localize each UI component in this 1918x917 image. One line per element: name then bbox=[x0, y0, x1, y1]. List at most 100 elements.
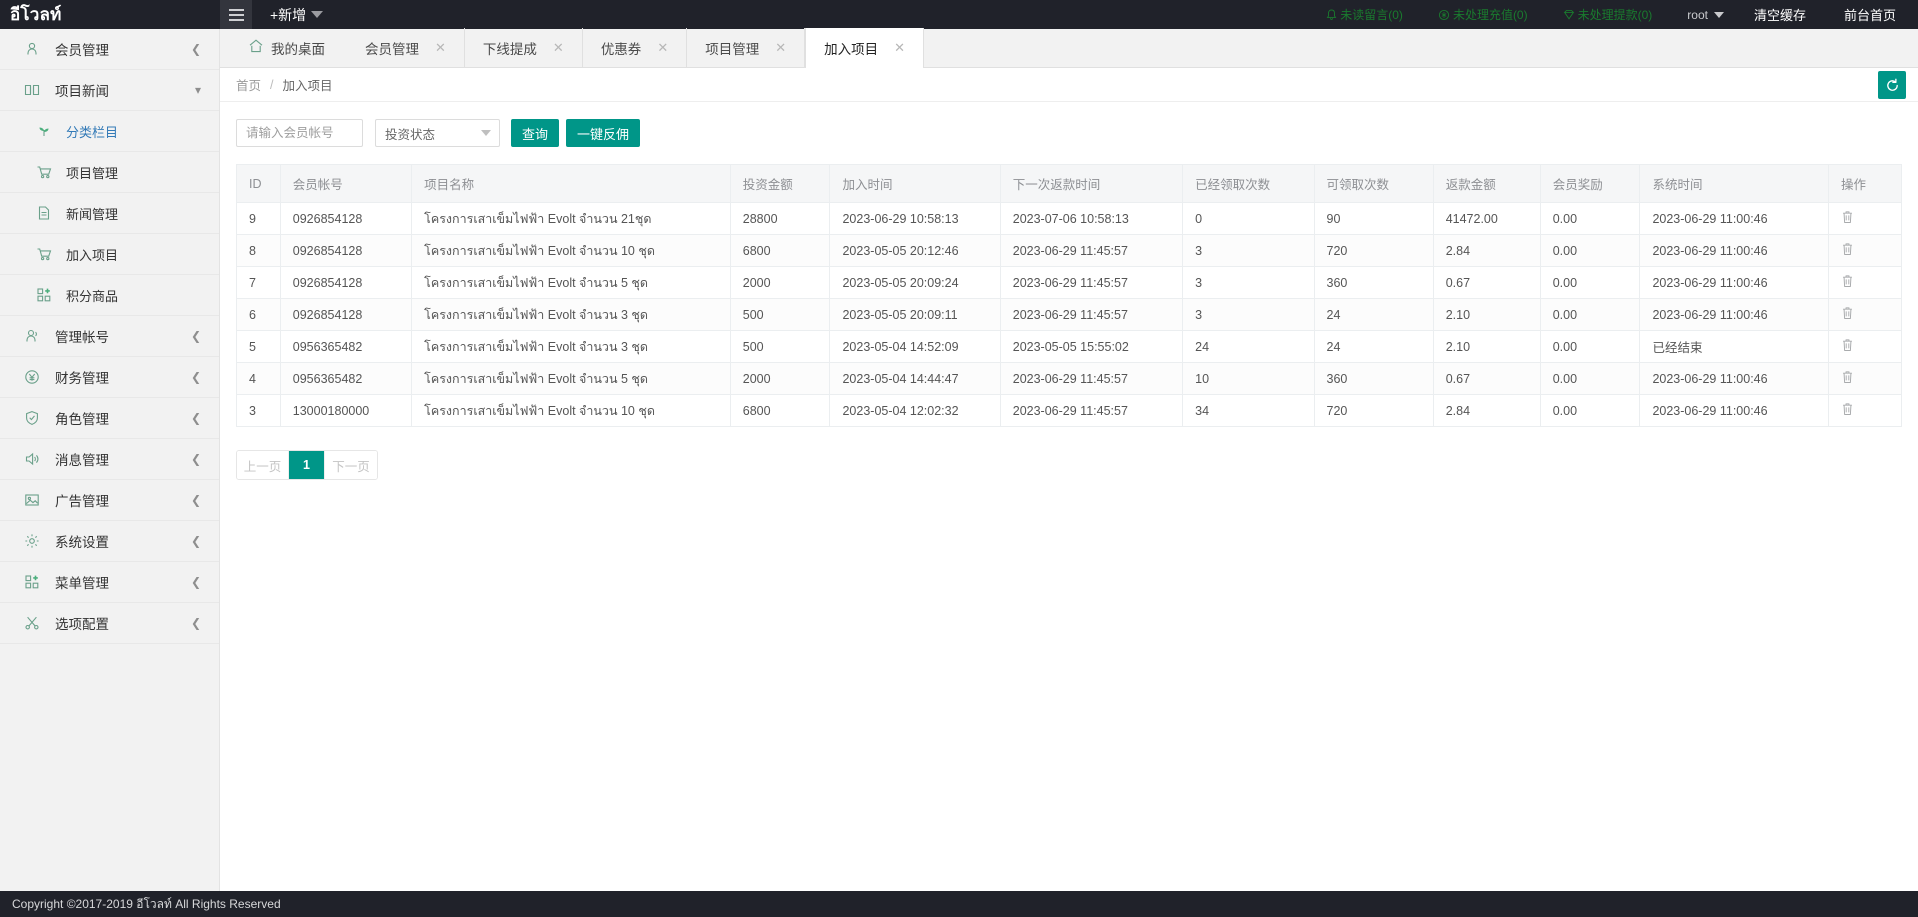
sidebar-item-2[interactable]: 项目新闻▾ bbox=[0, 70, 219, 111]
cell-amount: 6800 bbox=[730, 395, 830, 427]
table-body: 90926854128โครงการเสาเข็มไฟฟ้า Evolt จำน… bbox=[237, 203, 1902, 427]
tab-2[interactable]: 会员管理 ✕ bbox=[347, 28, 465, 67]
close-icon[interactable]: ✕ bbox=[657, 40, 668, 56]
breadcrumb-bar: 首页 / 加入项目 bbox=[220, 68, 1918, 102]
sidebar-item-15[interactable]: 选项配置❮ bbox=[0, 603, 219, 644]
delete-icon[interactable] bbox=[1841, 306, 1854, 323]
sidebar-item-11[interactable]: 消息管理❮ bbox=[0, 439, 219, 480]
cell-id: 3 bbox=[237, 395, 281, 427]
refresh-button[interactable] bbox=[1878, 71, 1906, 99]
doc-icon bbox=[36, 205, 52, 221]
one-click-rebate-button[interactable]: 一键反佣 bbox=[566, 119, 640, 147]
close-icon[interactable]: ✕ bbox=[435, 40, 446, 56]
column-header-2: 会员帐号 bbox=[280, 165, 411, 203]
search-button[interactable]: 查询 bbox=[511, 119, 559, 147]
tab-4[interactable]: 优惠券✕ bbox=[583, 28, 687, 67]
user-name: root bbox=[1687, 8, 1708, 22]
cell-id: 6 bbox=[237, 299, 281, 331]
sidebar-item-9[interactable]: 财务管理❮ bbox=[0, 357, 219, 398]
cell-action bbox=[1828, 331, 1901, 363]
home-icon bbox=[248, 38, 264, 57]
sidebar-item-8[interactable]: 管理帐号❮ bbox=[0, 316, 219, 357]
delete-icon[interactable] bbox=[1841, 210, 1854, 227]
book-icon bbox=[24, 82, 40, 98]
tab-3[interactable]: 下线提成✕ bbox=[465, 28, 583, 67]
cell-bonus: 0.00 bbox=[1540, 267, 1640, 299]
sidebar-item-1[interactable]: 会员管理❮ bbox=[0, 29, 219, 70]
column-header-7: 已经领取次数 bbox=[1183, 165, 1314, 203]
pagination-prev[interactable]: 上一页 bbox=[237, 451, 289, 479]
notif-unread-messages[interactable]: 未读留言(0) bbox=[1326, 6, 1403, 23]
delete-icon[interactable] bbox=[1841, 370, 1854, 387]
column-header-5: 加入时间 bbox=[830, 165, 1000, 203]
grid-icon bbox=[22, 574, 42, 590]
coin-icon bbox=[1438, 9, 1450, 21]
chevron-down-icon: ▾ bbox=[195, 83, 201, 97]
delete-icon[interactable] bbox=[1841, 402, 1854, 419]
sidebar-item-12[interactable]: 广告管理❮ bbox=[0, 480, 219, 521]
sidebar-item-label: 广告管理 bbox=[55, 490, 191, 510]
sidebar-item-3[interactable]: 分类栏目 bbox=[0, 111, 219, 152]
sidebar-item-label: 角色管理 bbox=[55, 408, 191, 428]
sidebar-item-14[interactable]: 菜单管理❮ bbox=[0, 562, 219, 603]
users-icon bbox=[24, 328, 40, 344]
sidebar-item-10[interactable]: 角色管理❮ bbox=[0, 398, 219, 439]
cell-claimable: 24 bbox=[1314, 299, 1433, 331]
close-icon[interactable]: ✕ bbox=[775, 40, 786, 56]
close-icon[interactable]: ✕ bbox=[894, 40, 905, 56]
tab-1[interactable]: 我的桌面 bbox=[230, 28, 347, 67]
footer: Copyright ©2017-2019 อีโวลท์ All Rights … bbox=[0, 891, 1918, 917]
column-header-4: 投资金额 bbox=[730, 165, 830, 203]
tab-5[interactable]: 项目管理✕ bbox=[687, 28, 805, 67]
tab-bar: 我的桌面会员管理✕下线提成✕优惠券✕项目管理✕加入项目✕ bbox=[220, 29, 1918, 68]
sidebar-item-5[interactable]: 新闻管理 bbox=[0, 193, 219, 234]
breadcrumb-root[interactable]: 首页 bbox=[236, 75, 261, 94]
cell-claimable: 720 bbox=[1314, 235, 1433, 267]
delete-icon[interactable] bbox=[1841, 242, 1854, 259]
cell-claimable: 360 bbox=[1314, 363, 1433, 395]
frontend-home-button[interactable]: 前台首页 bbox=[1844, 5, 1896, 24]
user-menu[interactable]: root bbox=[1687, 8, 1724, 22]
investment-status-select[interactable]: 投资状态 bbox=[375, 119, 500, 147]
pagination-next[interactable]: 下一页 bbox=[325, 451, 377, 479]
delete-icon[interactable] bbox=[1841, 338, 1854, 355]
search-account-input[interactable] bbox=[236, 119, 363, 147]
notif-label: 未处理提款(0) bbox=[1578, 6, 1653, 23]
cell-join_time: 2023-05-04 12:02:32 bbox=[830, 395, 1000, 427]
scissors-icon bbox=[24, 615, 40, 631]
pagination-page-1[interactable]: 1 bbox=[289, 451, 325, 479]
clear-cache-button[interactable]: 清空缓存 bbox=[1754, 5, 1806, 24]
notif-label: 未读留言(0) bbox=[1340, 6, 1403, 23]
hamburger-icon[interactable] bbox=[220, 0, 252, 29]
close-icon[interactable]: ✕ bbox=[553, 40, 564, 56]
table-row: 40956365482โครงการเสาเข็มไฟฟ้า Evolt จำน… bbox=[237, 363, 1902, 395]
sidebar-item-13[interactable]: 系统设置❮ bbox=[0, 521, 219, 562]
add-new-button[interactable]: +新增 bbox=[270, 5, 323, 25]
cell-claimable: 90 bbox=[1314, 203, 1433, 235]
cell-project: โครงการเสาเข็มไฟฟ้า Evolt จำนวน 5 ชุด bbox=[412, 363, 731, 395]
sidebar-item-label: 管理帐号 bbox=[55, 326, 191, 346]
notif-pending-deposits[interactable]: 未处理充值(0) bbox=[1438, 6, 1528, 23]
delete-icon[interactable] bbox=[1841, 274, 1854, 291]
cart-icon bbox=[34, 164, 54, 180]
bell-icon bbox=[1326, 9, 1337, 21]
chevron-left-icon: ❮ bbox=[191, 452, 201, 466]
cart-icon bbox=[36, 246, 52, 262]
cell-system_time: 2023-06-29 11:00:46 bbox=[1640, 203, 1829, 235]
tab-6[interactable]: 加入项目✕ bbox=[805, 28, 924, 68]
column-header-3: 项目名称 bbox=[412, 165, 731, 203]
cell-claimable: 360 bbox=[1314, 267, 1433, 299]
sidebar-item-7[interactable]: 积分商品 bbox=[0, 275, 219, 316]
table-row: 60926854128โครงการเสาเข็มไฟฟ้า Evolt จำน… bbox=[237, 299, 1902, 331]
cell-amount: 2000 bbox=[730, 267, 830, 299]
cell-project: โครงการเสาเข็มไฟฟ้า Evolt จำนวน 10 ชุด bbox=[412, 395, 731, 427]
sidebar-item-label: 项目管理 bbox=[66, 163, 201, 182]
table-row: 50956365482โครงการเสาเข็มไฟฟ้า Evolt จำน… bbox=[237, 331, 1902, 363]
top-bar: อีโวลท์ +新增 未读留言(0) 未处理充值(0) 未处 bbox=[0, 0, 1918, 29]
column-header-11: 系统时间 bbox=[1640, 165, 1829, 203]
tab-label: 会员管理 bbox=[365, 38, 419, 58]
shield-icon bbox=[24, 410, 40, 426]
sidebar-item-4[interactable]: 项目管理 bbox=[0, 152, 219, 193]
notif-pending-withdrawals[interactable]: 未处理提款(0) bbox=[1563, 6, 1653, 23]
sidebar-item-6[interactable]: 加入项目 bbox=[0, 234, 219, 275]
